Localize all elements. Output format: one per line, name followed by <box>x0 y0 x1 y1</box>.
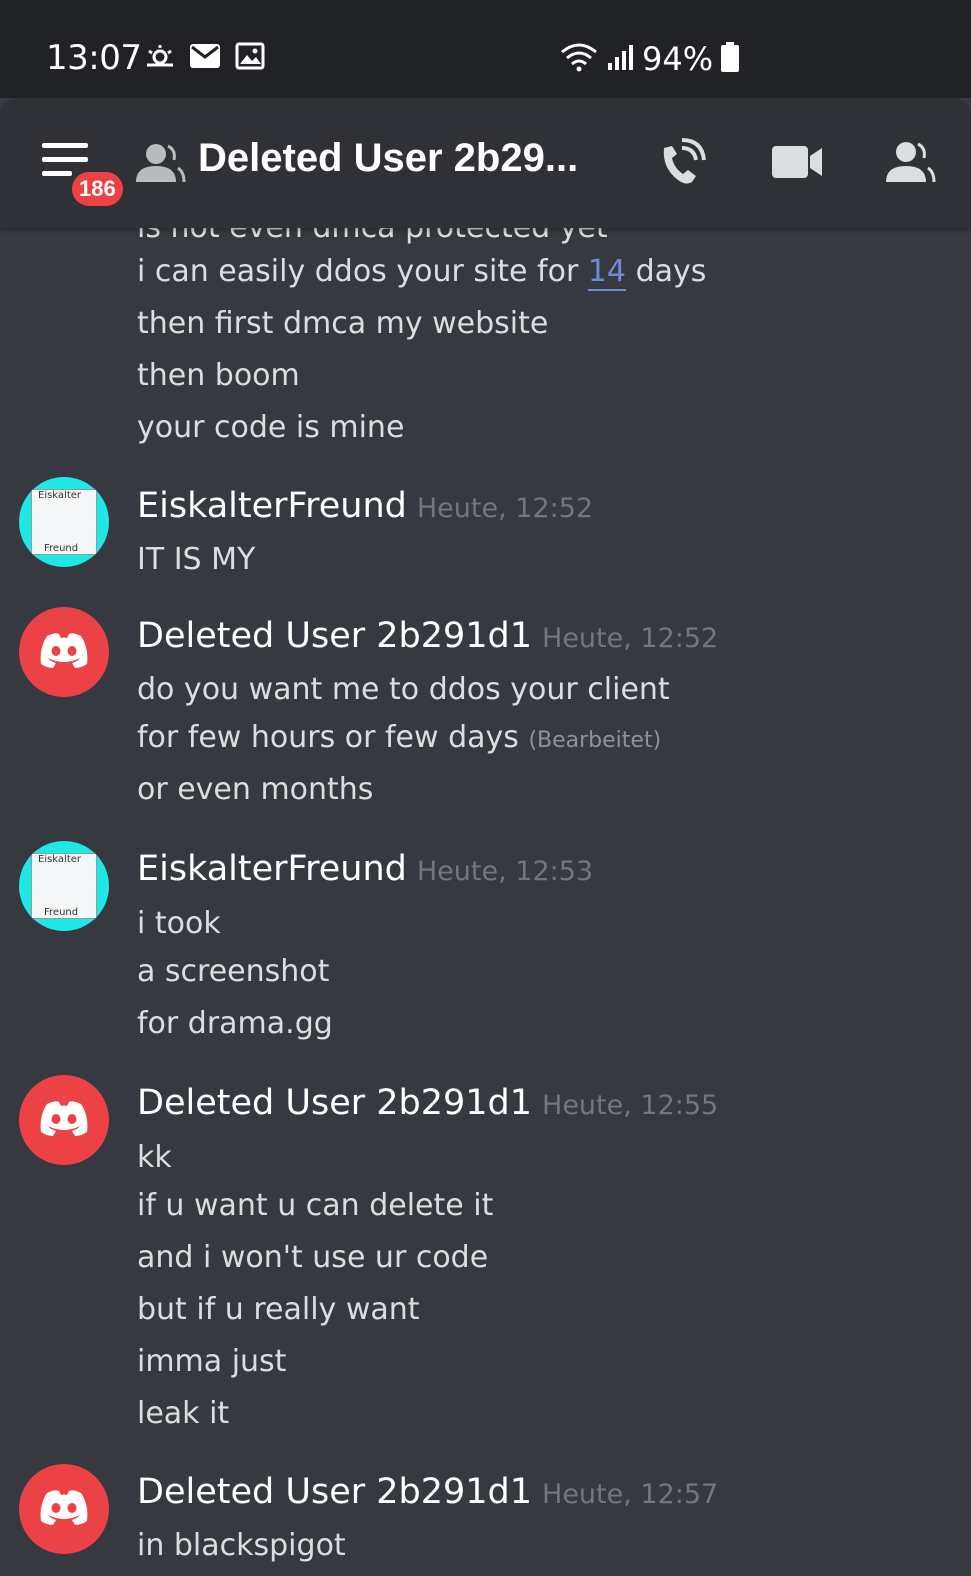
author-name[interactable]: EiskalterFreund <box>137 849 407 889</box>
message-timestamp: Heute, 12:52 <box>542 623 719 654</box>
battery-percent: 94% <box>642 40 714 78</box>
message-line: or even months <box>137 772 374 807</box>
discord-logo-icon <box>37 1098 91 1142</box>
author-name[interactable]: Deleted User 2b291d1 <box>137 616 532 656</box>
message-header: EiskalterFreund Heute, 12:53 <box>137 849 593 889</box>
message-line: then first dmca my website <box>137 306 549 341</box>
edited-label: (Bearbeitet) <box>528 728 662 753</box>
video-call-button[interactable] <box>772 144 822 184</box>
avatar[interactable] <box>19 607 109 697</box>
discord-logo-icon <box>37 630 91 674</box>
number-highlight[interactable]: 14 <box>587 254 627 291</box>
voice-call-button[interactable] <box>656 138 706 192</box>
message-line: is not even dmca protected yet <box>137 228 608 245</box>
message-line: for few hours or few days (Bearbeitet) <box>137 720 662 755</box>
member-list-button[interactable] <box>884 138 936 188</box>
message-line: a screenshot <box>137 954 330 989</box>
video-camera-icon <box>772 146 822 184</box>
eiskalter-avatar-icon: Eiskalter Freund <box>31 853 97 919</box>
discord-logo-icon <box>37 1487 91 1531</box>
message-line: leak it <box>137 1396 230 1431</box>
message-line: and i won't use ur code <box>137 1240 489 1275</box>
message-line: kk <box>137 1140 172 1175</box>
phone-icon <box>656 138 706 192</box>
channel-title: Deleted User 2b29... <box>198 136 579 180</box>
message-line: IT IS MY <box>137 542 256 577</box>
author-name[interactable]: Deleted User 2b291d1 <box>137 1083 532 1123</box>
message-line: if u want u can delete it <box>137 1188 494 1223</box>
author-name[interactable]: EiskalterFreund <box>137 486 407 526</box>
message-timestamp: Heute, 12:57 <box>542 1479 719 1510</box>
eiskalter-avatar-icon: Eiskalter Freund <box>31 489 97 555</box>
members-icon <box>884 142 936 188</box>
unread-badge: 186 <box>68 168 127 210</box>
status-time: 13:07 <box>46 38 142 78</box>
message-line: in blackspigot <box>137 1528 346 1563</box>
avatar[interactable] <box>19 1464 109 1554</box>
dm-user-icon <box>134 140 186 188</box>
status-icons-left <box>145 42 265 74</box>
message-line: i can easily ddos your site for 14 days <box>137 254 707 291</box>
message-timestamp: Heute, 12:52 <box>416 493 594 524</box>
message-line: your code is mine <box>137 410 405 445</box>
message-timestamp: Heute, 12:55 <box>542 1090 719 1121</box>
channel-header: Deleted User 2b29... <box>0 98 971 228</box>
weather-icon <box>145 43 175 73</box>
author-name[interactable]: Deleted User 2b291d1 <box>137 1472 532 1512</box>
message-line: imma just <box>137 1344 287 1379</box>
message-line: but if u really want <box>137 1292 420 1327</box>
avatar[interactable]: Eiskalter Freund <box>19 841 109 931</box>
status-icons-right: 94% <box>560 40 740 78</box>
signal-icon <box>606 43 634 75</box>
message-header: Deleted User 2b291d1 Heute, 12:52 <box>137 616 718 656</box>
message-header: Deleted User 2b291d1 Heute, 12:55 <box>137 1083 718 1123</box>
message-list[interactable]: is not even dmca protected yet i can eas… <box>0 228 971 1576</box>
message-line: do you want me to ddos your client <box>137 672 670 707</box>
message-line: then boom <box>137 358 300 393</box>
message-header: Deleted User 2b291d1 Heute, 12:57 <box>137 1472 718 1512</box>
wifi-icon <box>560 42 598 76</box>
avatar[interactable]: Eiskalter Freund <box>19 477 109 567</box>
battery-icon <box>721 42 740 76</box>
image-icon <box>235 42 265 74</box>
message-line: for drama.gg <box>137 1006 333 1041</box>
message-timestamp: Heute, 12:53 <box>416 856 594 887</box>
message-line: i took <box>137 906 221 941</box>
message-header: EiskalterFreund Heute, 12:52 <box>137 486 593 526</box>
avatar[interactable] <box>19 1075 109 1165</box>
mail-icon <box>189 43 221 73</box>
status-bar: 13:07 94% <box>0 0 971 98</box>
